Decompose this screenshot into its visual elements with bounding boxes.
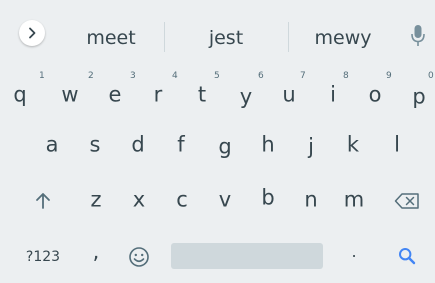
key-k[interactable]: k bbox=[347, 134, 359, 156]
mic-icon[interactable] bbox=[411, 24, 425, 48]
smiley-icon[interactable] bbox=[128, 246, 150, 268]
key-w[interactable]: w bbox=[61, 84, 78, 106]
key-p[interactable]: p bbox=[412, 86, 425, 108]
suggestion-divider bbox=[288, 22, 289, 52]
key-j[interactable]: j bbox=[308, 136, 314, 158]
key-l[interactable]: l bbox=[394, 134, 400, 156]
key-g[interactable]: g bbox=[218, 136, 231, 158]
key-r[interactable]: r bbox=[154, 84, 163, 106]
key-q[interactable]: q bbox=[13, 84, 26, 106]
suggestion-1[interactable]: meet bbox=[86, 27, 135, 49]
space-bar[interactable] bbox=[171, 243, 323, 269]
chevron-right-icon bbox=[29, 27, 36, 39]
key-comma[interactable]: , bbox=[93, 241, 100, 263]
shift-arrow-up-icon[interactable] bbox=[35, 192, 51, 210]
key-u[interactable]: u bbox=[282, 84, 295, 106]
key-e[interactable]: e bbox=[109, 84, 122, 106]
key-w-hint: 2 bbox=[88, 71, 94, 81]
backspace-icon[interactable] bbox=[394, 193, 420, 210]
search-icon[interactable] bbox=[398, 247, 416, 265]
expand-suggestions-button[interactable] bbox=[19, 20, 45, 46]
key-y[interactable]: y bbox=[240, 86, 252, 108]
key-y-hint: 6 bbox=[258, 71, 264, 81]
key-f[interactable]: f bbox=[177, 134, 184, 156]
keyboard: meet jest mewy q 1 w 2 e 3 r 4 t 5 y 6 u… bbox=[0, 0, 435, 283]
key-b[interactable]: b bbox=[261, 187, 274, 209]
key-x[interactable]: x bbox=[133, 189, 145, 211]
key-s[interactable]: s bbox=[90, 134, 101, 156]
key-z[interactable]: z bbox=[90, 189, 101, 211]
suggestion-3[interactable]: mewy bbox=[315, 27, 372, 49]
key-q-hint: 1 bbox=[39, 71, 45, 81]
key-u-hint: 7 bbox=[300, 71, 306, 81]
key-v[interactable]: v bbox=[219, 189, 231, 211]
key-d[interactable]: d bbox=[131, 134, 144, 156]
key-t-hint: 5 bbox=[214, 71, 220, 81]
key-a[interactable]: a bbox=[46, 134, 59, 156]
key-p-hint: 0 bbox=[428, 71, 434, 81]
key-r-hint: 4 bbox=[172, 71, 178, 81]
key-o[interactable]: o bbox=[369, 84, 382, 106]
key-o-hint: 9 bbox=[386, 71, 392, 81]
key-m[interactable]: m bbox=[344, 189, 364, 211]
key-c[interactable]: c bbox=[176, 189, 188, 211]
key-i-hint: 8 bbox=[343, 71, 349, 81]
suggestion-strip: meet jest mewy bbox=[0, 0, 435, 52]
key-n[interactable]: n bbox=[304, 189, 317, 211]
key-t[interactable]: t bbox=[198, 84, 206, 106]
key-period[interactable]: . bbox=[351, 244, 356, 260]
suggestion-2[interactable]: jest bbox=[209, 27, 243, 49]
symbols-key[interactable]: ?123 bbox=[26, 249, 60, 265]
key-h[interactable]: h bbox=[261, 134, 274, 156]
key-e-hint: 3 bbox=[130, 71, 136, 81]
key-i[interactable]: i bbox=[330, 84, 336, 106]
suggestion-divider bbox=[164, 22, 165, 52]
